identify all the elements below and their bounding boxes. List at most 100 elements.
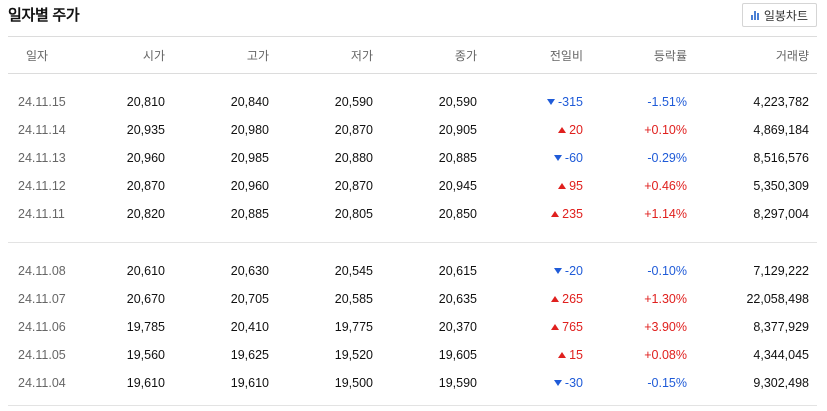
cell-open: 20,810 [126, 95, 165, 109]
cell-date: 24.11.07 [18, 292, 66, 306]
header-change: 전일비 [485, 36, 591, 74]
cell-change: -30 [485, 369, 591, 397]
triangle-up-icon [551, 210, 560, 217]
cell-close: 20,615 [438, 264, 477, 278]
triangle-up-icon [558, 126, 567, 133]
table-body: 24.11.15 20,810 20,840 20,590 20,590 -315 -1.5… [8, 74, 817, 406]
change-value: 15 [569, 348, 583, 362]
cell-low: 20,805 [334, 207, 373, 221]
cell-close: 20,945 [438, 179, 477, 193]
cell-open: 20,870 [126, 179, 165, 193]
cell-high: 19,625 [230, 348, 269, 362]
cell-high: 19,610 [230, 376, 269, 390]
cell-change: 235 [485, 200, 591, 228]
cell-low: 19,520 [334, 348, 373, 362]
cell-rate: +0.10% [644, 123, 687, 137]
cell-close: 20,885 [438, 151, 477, 165]
cell-change: -315 [485, 88, 591, 116]
cell-close: 20,590 [438, 95, 477, 109]
panel-title: 일자별 주가 [8, 7, 80, 24]
cell-low: 19,500 [334, 376, 373, 390]
triangle-up-icon [551, 323, 560, 330]
change-value: 95 [569, 179, 583, 193]
table-row: 24.11.08 20,610 20,630 20,545 20,615 -20 -0.10… [8, 257, 817, 285]
cell-rate: -0.29% [647, 151, 687, 165]
cell-date: 24.11.08 [18, 264, 66, 278]
table-row: 24.11.04 19,610 19,610 19,500 19,590 -30 -0.15… [8, 369, 817, 397]
cell-open: 19,560 [126, 348, 165, 362]
change-value: -315 [557, 95, 583, 109]
cell-open: 20,670 [126, 292, 165, 306]
cell-low: 20,590 [334, 95, 373, 109]
table-row: 24.11.06 19,785 20,410 19,775 20,370 765 +3.90… [8, 313, 817, 341]
cell-high: 20,980 [230, 123, 269, 137]
cell-volume: 8,516,576 [753, 151, 809, 165]
header-close: 종가 [381, 36, 485, 74]
table-row: 24.11.15 20,810 20,840 20,590 20,590 -315 -1.5… [8, 88, 817, 116]
daily-chart-button[interactable]: 일봉차트 [741, 3, 817, 27]
cell-date: 24.11.14 [18, 123, 66, 137]
triangle-down-icon [553, 267, 562, 274]
cell-high: 20,840 [230, 95, 269, 109]
cell-change: 265 [485, 285, 591, 313]
cell-volume: 8,377,929 [753, 320, 809, 334]
triangle-down-icon [546, 98, 555, 105]
cell-high: 20,705 [230, 292, 269, 306]
header-high: 고가 [173, 36, 277, 74]
cell-open: 20,960 [126, 151, 165, 165]
daily-price-panel: 일자별 주가 일봉차트 일자 시가 고가 저가 종가 전일비 등락률 거래량 2… [0, 0, 827, 411]
cell-open: 20,935 [126, 123, 165, 137]
cell-change: -60 [485, 144, 591, 172]
cell-low: 20,545 [334, 264, 373, 278]
header-open: 시가 [103, 36, 173, 74]
triangle-up-icon [551, 295, 560, 302]
cell-close: 19,590 [438, 376, 477, 390]
cell-low: 19,775 [334, 320, 373, 334]
header-low: 저가 [277, 36, 381, 74]
cell-rate: +0.46% [644, 179, 687, 193]
table-row: 24.11.12 20,870 20,960 20,870 20,945 95 +0.46%… [8, 172, 817, 200]
cell-volume: 4,344,045 [753, 348, 809, 362]
cell-volume: 7,129,222 [753, 264, 809, 278]
cell-rate: +3.90% [644, 320, 687, 334]
cell-high: 20,960 [230, 179, 269, 193]
header-date: 일자 [8, 36, 103, 74]
cell-change: 95 [485, 172, 591, 200]
cell-open: 20,610 [126, 264, 165, 278]
cell-change: 765 [485, 313, 591, 341]
cell-low: 20,870 [334, 123, 373, 137]
cell-date: 24.11.15 [18, 95, 66, 109]
triangle-up-icon [558, 182, 567, 189]
table-row: 24.11.14 20,935 20,980 20,870 20,905 20 +0.10%… [8, 116, 817, 144]
cell-rate: +1.30% [644, 292, 687, 306]
triangle-down-icon [553, 154, 562, 161]
cell-close: 19,605 [438, 348, 477, 362]
change-value: -60 [564, 151, 583, 165]
cell-rate: -0.15% [647, 376, 687, 390]
cell-close: 20,370 [438, 320, 477, 334]
cell-rate: -1.51% [647, 95, 687, 109]
cell-high: 20,410 [230, 320, 269, 334]
cell-rate: +0.08% [644, 348, 687, 362]
cell-high: 20,885 [230, 207, 269, 221]
cell-high: 20,630 [230, 264, 269, 278]
triangle-up-icon [558, 351, 567, 358]
cell-close: 20,905 [438, 123, 477, 137]
cell-high: 20,985 [230, 151, 269, 165]
cell-low: 20,870 [334, 179, 373, 193]
change-value: 20 [569, 123, 583, 137]
table-header-row: 일자 시가 고가 저가 종가 전일비 등락률 거래량 [8, 36, 817, 74]
cell-open: 19,785 [126, 320, 165, 334]
change-value: 235 [562, 207, 583, 221]
change-value: -20 [564, 264, 583, 278]
cell-rate: -0.10% [647, 264, 687, 278]
table-row: 24.11.11 20,820 20,885 20,805 20,850 235 +1.14… [8, 200, 817, 228]
cell-volume: 8,297,004 [753, 207, 809, 221]
cell-rate: +1.14% [644, 207, 687, 221]
cell-date: 24.11.05 [18, 348, 66, 362]
daily-chart-button-label: 일봉차트 [763, 8, 808, 23]
bar-chart-icon [750, 10, 759, 20]
cell-volume: 4,223,782 [753, 95, 809, 109]
table-row: 24.11.05 19,560 19,625 19,520 19,605 15 +0.08%… [8, 341, 817, 369]
triangle-down-icon [553, 379, 562, 386]
